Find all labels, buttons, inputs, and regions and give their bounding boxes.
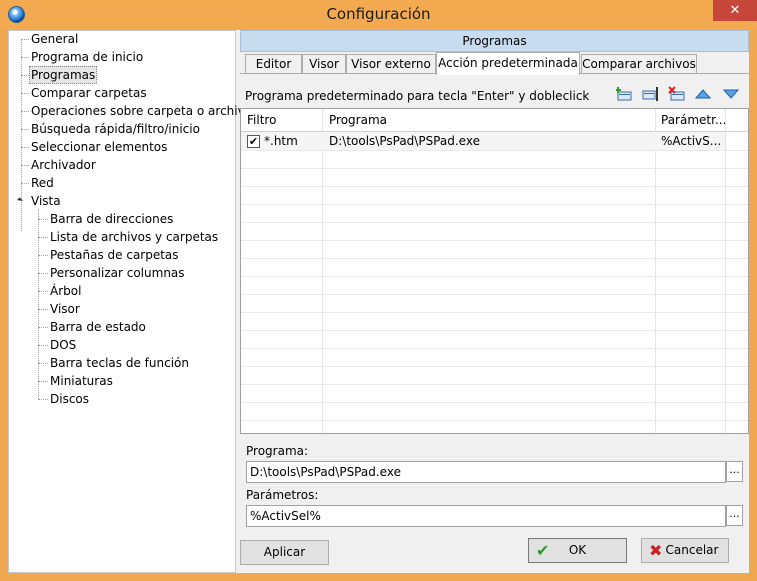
tree-item-busqueda-rapida[interactable]: Búsqueda rápida/filtro/inicio xyxy=(30,120,201,138)
tree-line xyxy=(38,363,48,364)
title-bar: Configuración ✕ xyxy=(0,0,757,30)
ok-button[interactable]: ✔ OK xyxy=(528,538,627,563)
add-icon[interactable] xyxy=(616,86,634,102)
panel-header: Programas xyxy=(240,30,749,52)
column-header-filtro[interactable]: Filtro xyxy=(241,109,276,131)
tree-line xyxy=(38,345,48,346)
tab-visor[interactable]: Visor xyxy=(302,54,346,74)
column-header-programa[interactable]: Programa xyxy=(323,109,387,131)
collapse-arrow-icon[interactable] xyxy=(16,197,24,204)
tree-child-visor[interactable]: Visor xyxy=(49,300,81,318)
cell-filtro: *.htm xyxy=(264,134,298,148)
edit-icon[interactable] xyxy=(642,86,660,102)
dialog-client: General Programa de inicio Programas Com… xyxy=(8,30,749,573)
tree-line xyxy=(38,237,48,238)
tree-line xyxy=(21,57,29,58)
tree-line xyxy=(21,75,29,76)
row-line xyxy=(241,366,748,367)
tree-line xyxy=(21,93,29,94)
config-window: Configuración ✕ General Programa de inic… xyxy=(0,0,757,581)
row-line xyxy=(241,420,748,421)
row-line xyxy=(241,168,748,169)
row-line xyxy=(241,204,748,205)
tree-line xyxy=(38,309,48,310)
tab-editor[interactable]: Editor xyxy=(245,54,302,74)
tree-line xyxy=(21,183,29,184)
row-line xyxy=(241,330,748,331)
move-down-icon[interactable] xyxy=(722,86,740,102)
tree-child-barra-teclas[interactable]: Barra teclas de función xyxy=(49,354,190,372)
row-line xyxy=(241,258,748,259)
cell-parametros: %ActivS... xyxy=(661,134,722,148)
association-grid[interactable]: Filtro Programa Parámetr... ✔ *.htm D:\t… xyxy=(240,108,749,434)
description-label: Programa predeterminado para tecla "Ente… xyxy=(245,89,590,103)
tree-line xyxy=(21,39,29,40)
tree-item-red[interactable]: Red xyxy=(30,174,55,192)
row-line xyxy=(241,186,748,187)
tree-line xyxy=(21,165,29,166)
tree-item-vista[interactable]: Vista xyxy=(30,192,62,210)
move-up-icon[interactable] xyxy=(694,86,712,102)
row-line xyxy=(241,384,748,385)
cross-icon: ✖ xyxy=(649,541,663,560)
tree-line xyxy=(38,219,48,220)
tree-line xyxy=(38,255,48,256)
tab-accion-predeterminada[interactable]: Acción predeterminada xyxy=(436,52,580,75)
programa-label: Programa: xyxy=(246,444,309,458)
tree-child-arbol[interactable]: Árbol xyxy=(49,282,82,300)
tree-child-barra-estado[interactable]: Barra de estado xyxy=(49,318,147,336)
row-line xyxy=(241,312,748,313)
close-button[interactable]: ✕ xyxy=(713,0,757,21)
tree-item-seleccionar[interactable]: Seleccionar elementos xyxy=(30,138,168,156)
tree-child-dos[interactable]: DOS xyxy=(49,336,77,354)
delete-icon[interactable] xyxy=(668,86,686,102)
tab-visor-externo[interactable]: Visor externo xyxy=(346,54,436,74)
cell-programa: D:\tools\PsPad\PSPad.exe xyxy=(329,134,480,148)
tree-line xyxy=(21,111,29,112)
tab-strip: Editor Visor Visor externo Acción predet… xyxy=(240,52,749,75)
parametros-input[interactable]: %ActivSel% xyxy=(246,505,726,527)
programa-input[interactable]: D:\tools\PsPad\PSPad.exe xyxy=(246,461,726,483)
parametros-label: Parámetros: xyxy=(246,488,319,502)
tab-comparar-archivos[interactable]: Comparar archivos xyxy=(581,54,697,74)
window-title: Configuración xyxy=(326,5,431,23)
programs-panel: Programas Editor Visor Visor externo Acc… xyxy=(240,30,749,530)
tree-item-archivador[interactable]: Archivador xyxy=(30,156,97,174)
tab-content: Programa predeterminado para tecla "Ente… xyxy=(240,73,749,434)
tree-child-discos[interactable]: Discos xyxy=(49,390,90,408)
tree-line xyxy=(21,129,29,130)
row-line xyxy=(241,402,748,403)
cancel-button[interactable]: ✖ Cancelar xyxy=(641,538,729,563)
apply-button[interactable]: Aplicar xyxy=(240,540,329,565)
tree-line xyxy=(38,291,48,292)
settings-tree: General Programa de inicio Programas Com… xyxy=(8,30,252,573)
tree-line xyxy=(38,273,48,274)
tree-child-miniaturas[interactable]: Miniaturas xyxy=(49,372,114,390)
browse-parametros-button[interactable]: ... xyxy=(726,505,743,526)
row-line xyxy=(241,222,748,223)
ok-label: OK xyxy=(568,543,587,557)
tree-line xyxy=(21,147,29,148)
tree-item-comparar-carpetas[interactable]: Comparar carpetas xyxy=(30,84,148,102)
tree-child-pestanas[interactable]: Pestañas de carpetas xyxy=(49,246,180,264)
row-line xyxy=(241,240,748,241)
tree-line xyxy=(38,399,48,400)
row-line xyxy=(241,276,748,277)
check-icon: ✔ xyxy=(536,541,550,560)
tree-item-programa-inicio[interactable]: Programa de inicio xyxy=(30,48,144,66)
tree-line xyxy=(38,327,48,328)
tree-child-barra-direcciones[interactable]: Barra de direcciones xyxy=(49,210,174,228)
tree-item-operaciones[interactable]: Operaciones sobre carpeta o archivo xyxy=(30,102,253,120)
tree-item-programas[interactable]: Programas xyxy=(29,66,98,84)
browse-programa-button[interactable]: ... xyxy=(726,461,743,482)
column-header-parametros[interactable]: Parámetr... xyxy=(655,109,726,131)
row-line xyxy=(241,150,748,151)
row-line xyxy=(241,348,748,349)
row-enabled-checkbox[interactable]: ✔ xyxy=(247,135,260,148)
row-line xyxy=(241,294,748,295)
tree-line xyxy=(38,381,48,382)
tree-child-lista-archivos[interactable]: Lista de archivos y carpetas xyxy=(49,228,219,246)
tree-child-personalizar-columnas[interactable]: Personalizar columnas xyxy=(49,264,186,282)
tree-item-general[interactable]: General xyxy=(30,30,79,48)
